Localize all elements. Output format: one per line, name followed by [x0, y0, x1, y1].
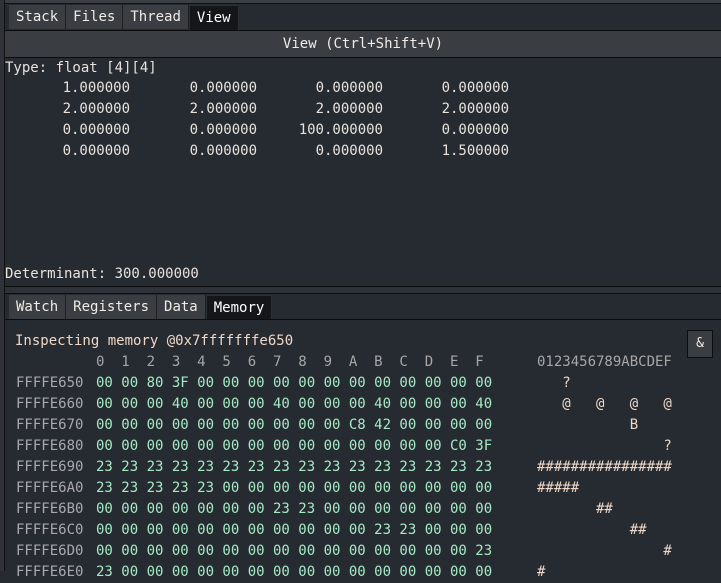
- memory-address: FFFFE650: [16, 375, 84, 391]
- memory-address: FFFFE660: [16, 396, 84, 412]
- tab-stack[interactable]: Stack: [9, 5, 67, 29]
- memory-row: FFFFE6B0 00 00 00 00 00 00 00 23 23 00 00…: [16, 499, 613, 520]
- memory-address: FFFFE6A0: [16, 480, 84, 496]
- tab-files[interactable]: Files: [66, 5, 124, 29]
- memory-row: FFFFE6D0 00 00 00 00 00 00 00 00 00 00 00…: [16, 541, 672, 562]
- memory-title: Inspecting memory @0x7fffffffe650: [15, 333, 294, 349]
- memory-address: FFFFE670: [16, 417, 84, 433]
- memory-ascii: #: [537, 543, 672, 559]
- memory-address: FFFFE690: [16, 459, 84, 475]
- tab-registers[interactable]: Registers: [66, 295, 158, 319]
- memory-row: FFFFE680 00 00 00 00 00 00 00 00 00 00 00…: [16, 436, 672, 457]
- memory-ascii: #: [537, 564, 672, 580]
- memory-address: FFFFE6B0: [16, 501, 84, 517]
- tab-data[interactable]: Data: [157, 295, 206, 319]
- memory-address: FFFFE680: [16, 438, 84, 454]
- matrix-cell: 0.000000: [441, 80, 509, 96]
- memory-row: FFFFE6E0 23 00 00 00 00 00 00 00 00 00 00…: [16, 562, 545, 583]
- matrix-cell: 2.000000: [441, 101, 509, 117]
- memory-bytes[interactable]: 00 00 00 00 00 00 00 00 00 00 00 00 00 0…: [96, 436, 492, 457]
- matrix-cell: 0.000000: [315, 143, 383, 159]
- matrix-row: 1.000000 0.000000 0.000000 0.000000: [5, 78, 525, 99]
- memory-bytes[interactable]: 23 23 23 23 23 23 23 23 23 23 23 23 23 2…: [96, 457, 492, 478]
- ascii-column-header: 0123456789ABCDEF: [537, 354, 672, 370]
- matrix-row: 2.000000 2.000000 2.000000 2.000000: [5, 99, 525, 120]
- matrix-table: 1.000000 0.000000 0.000000 0.000000 2.00…: [5, 78, 525, 162]
- tab-memory[interactable]: Memory: [205, 295, 273, 320]
- matrix-cell: 0.000000: [441, 122, 509, 138]
- memory-row: FFFFE660 00 00 00 40 00 00 00 40 00 00 00…: [16, 394, 672, 415]
- bottom-tab-bar: Watch Registers Data Memory: [9, 295, 273, 320]
- memory-ascii: ################: [537, 459, 672, 475]
- matrix-cell: 0.000000: [189, 143, 257, 159]
- tab-watch[interactable]: Watch: [9, 295, 67, 319]
- memory-bytes[interactable]: 00 00 00 40 00 00 00 40 00 00 00 40 00 0…: [96, 394, 492, 415]
- memory-address: FFFFE6E0: [16, 564, 84, 580]
- memory-row: FFFFE650 00 00 80 3F 00 00 00 00 00 00 00…: [16, 373, 571, 394]
- tab-divider: [5, 319, 721, 320]
- memory-bytes[interactable]: 23 00 00 00 00 00 00 00 00 00 00 00 00 0…: [96, 562, 492, 583]
- memory-bytes[interactable]: 00 00 00 00 00 00 00 00 00 00 00 00 00 0…: [96, 541, 492, 562]
- memory-ascii: #####: [537, 480, 672, 496]
- tab-thread[interactable]: Thread: [123, 5, 189, 29]
- memory-ascii: B: [537, 417, 672, 433]
- memory-row: FFFFE6A0 23 23 23 23 23 00 00 00 00 00 00…: [16, 478, 579, 499]
- matrix-cell: 0.000000: [189, 80, 257, 96]
- memory-address: FFFFE6C0: [16, 522, 84, 538]
- matrix-cell: 2.000000: [315, 101, 383, 117]
- memory-row: FFFFE670 00 00 00 00 00 00 00 00 00 00 C8…: [16, 415, 638, 436]
- type-line: Type: float [4][4]: [5, 60, 157, 76]
- matrix-cell: 0.000000: [315, 80, 383, 96]
- matrix-cell: 1.000000: [62, 80, 130, 96]
- hex-column-header: 0 1 2 3 4 5 6 7 8 9 A B C D E F: [96, 354, 484, 370]
- memory-bytes[interactable]: 00 00 00 00 00 00 00 23 23 00 00 00 00 0…: [96, 499, 492, 520]
- top-tab-bar: Stack Files Thread View: [9, 5, 239, 30]
- determinant-text: Determinant: 300.000000: [5, 266, 199, 282]
- matrix-cell: 100.000000: [298, 122, 383, 138]
- memory-bytes[interactable]: 23 23 23 23 23 00 00 00 00 00 00 00 00 0…: [96, 478, 492, 499]
- matrix-row: 0.000000 0.000000 100.000000 0.000000: [5, 120, 525, 141]
- memory-bytes[interactable]: 00 00 80 3F 00 00 00 00 00 00 00 00 00 0…: [96, 373, 492, 394]
- memory-ascii: ?: [537, 438, 672, 454]
- matrix-cell: 1.500000: [441, 143, 509, 159]
- matrix-cell: 0.000000: [189, 122, 257, 138]
- panel-splitter[interactable]: [5, 286, 721, 294]
- memory-row: FFFFE690 23 23 23 23 23 23 23 23 23 23 23…: [16, 457, 672, 478]
- memory-ascii: ##: [537, 501, 672, 517]
- matrix-cell: 0.000000: [62, 143, 130, 159]
- matrix-cell: 0.000000: [62, 122, 130, 138]
- memory-bytes[interactable]: 00 00 00 00 00 00 00 00 00 00 C8 42 00 0…: [96, 415, 492, 436]
- memory-row: FFFFE6C0 00 00 00 00 00 00 00 00 00 00 00…: [16, 520, 647, 541]
- memory-bytes[interactable]: 00 00 00 00 00 00 00 00 00 00 00 23 23 0…: [96, 520, 492, 541]
- memory-ascii: @ @ @ @: [537, 396, 672, 412]
- matrix-cell: 2.000000: [189, 101, 257, 117]
- view-panel-header: View (Ctrl+Shift+V): [5, 30, 721, 58]
- tab-view[interactable]: View: [188, 5, 239, 30]
- memory-ascii: ##: [537, 522, 672, 538]
- window-top-edge: [0, 0, 721, 4]
- matrix-cell: 2.000000: [62, 101, 130, 117]
- memory-ascii: ?: [537, 375, 672, 391]
- memory-address: FFFFE6D0: [16, 543, 84, 559]
- address-of-button[interactable]: &: [687, 330, 713, 358]
- matrix-row: 0.000000 0.000000 0.000000 1.500000: [5, 141, 525, 162]
